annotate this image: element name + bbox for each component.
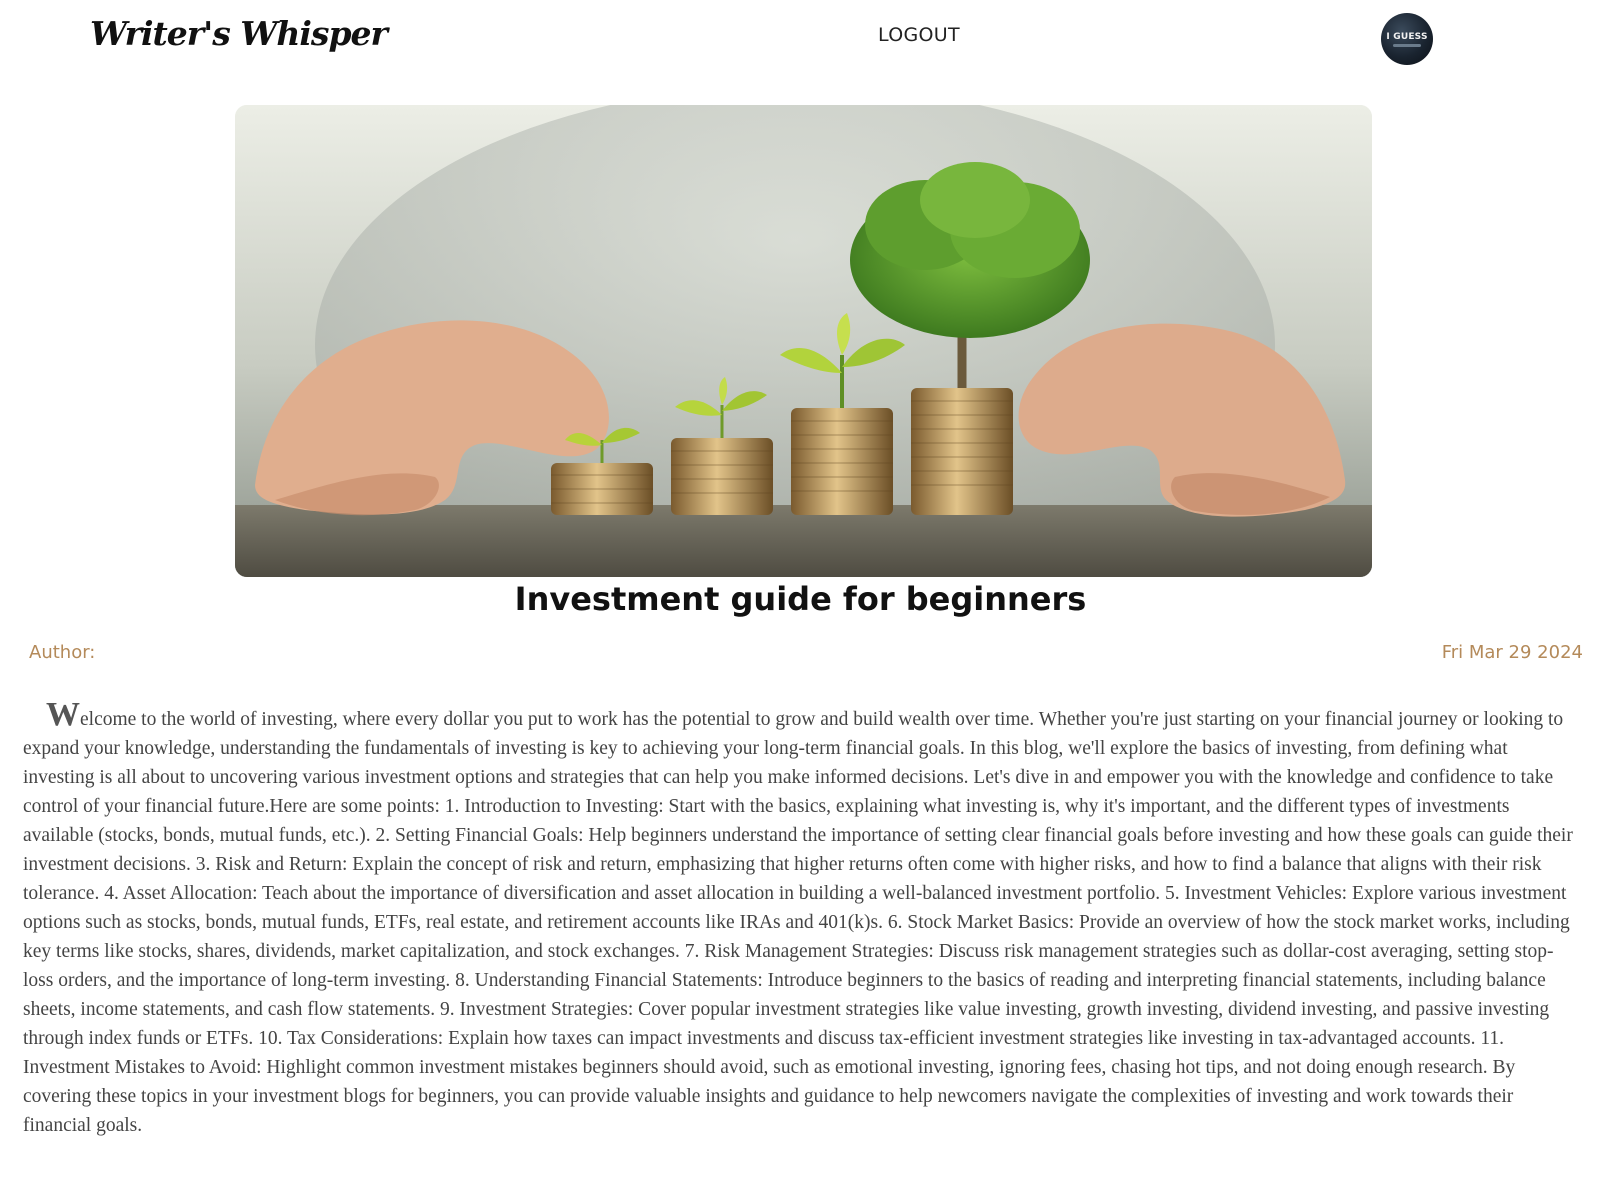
post-body-text: elcome to the world of investing, where … (23, 709, 1573, 1136)
avatar-decoration (1393, 44, 1421, 47)
navbar: Writer's Whisper LOGOUT I GUESS (0, 0, 1601, 74)
logout-link[interactable]: LOGOUT (878, 24, 960, 46)
avatar-label: I GUESS (1386, 32, 1428, 42)
site-logo[interactable]: Writer's Whisper (90, 14, 388, 53)
post-title: Investment guide for beginners (514, 580, 1087, 618)
hero-image (235, 105, 1372, 577)
hero-illustration (235, 105, 1372, 577)
post-date: Fri Mar 29 2024 (1441, 642, 1583, 663)
avatar[interactable]: I GUESS (1381, 13, 1433, 65)
drop-cap: W (46, 696, 80, 733)
post-body: Welcome to the world of investing, where… (23, 698, 1583, 1140)
author-label: Author: (29, 642, 96, 663)
